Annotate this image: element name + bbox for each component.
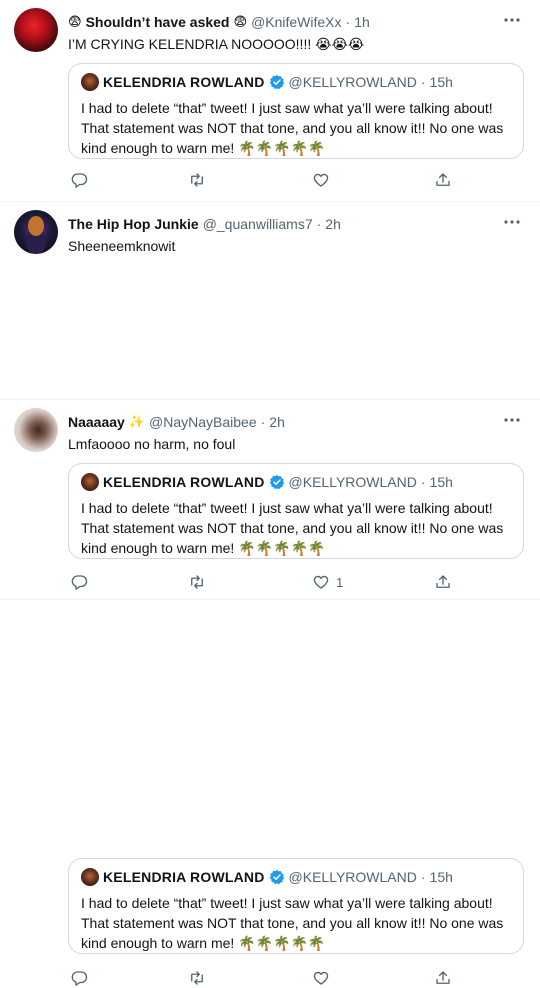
quoted-tweet-header: KELENDRIA ROWLAND @KELLYROWLAND · 15h — [81, 867, 511, 887]
tweet-header: The Hip Hop Junkie @_quanwilliams7 · 2h — [68, 214, 341, 234]
timestamp[interactable]: 2h — [269, 414, 285, 430]
quoted-text-line: That statement was NOT that tone, and yo… — [81, 120, 504, 136]
user-handle[interactable]: @KnifeWifeXx — [251, 14, 341, 30]
quoted-tweet[interactable]: KELENDRIA ROWLAND @KELLYROWLAND · 15h I … — [68, 63, 524, 159]
verified-badge-icon — [269, 74, 285, 90]
retweet-icon — [188, 969, 206, 987]
verified-badge-icon — [269, 869, 285, 885]
quoted-text-line: That statement was NOT that tone, and yo… — [81, 915, 504, 931]
separator-dot: · — [420, 869, 426, 885]
separator-dot: · — [260, 414, 266, 430]
user-handle: @KELLYROWLAND — [288, 869, 417, 885]
sparkles-emoji: ✨ — [128, 414, 146, 429]
quoted-tweet-header: KELENDRIA ROWLAND @KELLYROWLAND · 15h — [81, 72, 511, 92]
tweet-actions — [68, 170, 468, 190]
name-emoji: 😨 — [68, 14, 82, 29]
display-name[interactable]: The Hip Hop Junkie — [68, 216, 199, 232]
name-emoji: 😨 — [233, 14, 248, 29]
display-name: KELENDRIA ROWLAND — [103, 869, 265, 885]
tweet-header: 😨 Shouldn’t have asked 😨 @KnifeWifeXx · … — [68, 12, 370, 32]
quoted-text-line: I had to delete “that” tweet! I just saw… — [81, 895, 493, 911]
display-name: KELENDRIA ROWLAND — [103, 74, 265, 90]
timestamp: 15h — [429, 869, 453, 885]
avatar — [81, 868, 99, 886]
retweet-button[interactable] — [188, 170, 206, 190]
share-button[interactable] — [434, 968, 452, 988]
avatar[interactable] — [14, 8, 58, 52]
quoted-tweet-text: I had to delete “that” tweet! I just saw… — [81, 98, 511, 158]
tweet-text: I’M CRYING KELENDRIA NOOOOO!!!! 😭😭😭 — [68, 36, 365, 52]
retweet-icon — [188, 171, 206, 189]
display-name[interactable]: Naaaaay — [68, 414, 125, 430]
avatar[interactable] — [14, 210, 58, 254]
quoted-text-line: I had to delete “that” tweet! I just saw… — [81, 100, 493, 116]
user-handle[interactable]: @NayNayBaibee — [149, 414, 257, 430]
tweet[interactable]: The Hip Hop Junkie @_quanwilliams7 · 2h … — [0, 202, 540, 590]
reply-icon — [70, 171, 88, 189]
more-icon[interactable] — [504, 12, 520, 28]
reply-button[interactable] — [70, 968, 88, 988]
share-button[interactable] — [434, 170, 452, 190]
user-handle[interactable]: @_quanwilliams7 — [203, 216, 313, 232]
separator-dot: · — [345, 14, 351, 30]
heart-icon — [312, 969, 330, 987]
timestamp[interactable]: 1h — [354, 14, 370, 30]
more-icon[interactable] — [504, 412, 520, 428]
quoted-text-line: kind enough to warn me! 🌴🌴🌴🌴🌴 — [81, 140, 326, 156]
reply-button[interactable] — [70, 170, 88, 190]
like-button[interactable] — [312, 968, 336, 988]
separator-dot: · — [420, 74, 426, 90]
reply-icon — [70, 969, 88, 987]
separator-dot: · — [316, 216, 322, 232]
quoted-tweet[interactable]: KELENDRIA ROWLAND @KELLYROWLAND · 15h I … — [68, 858, 524, 954]
avatar[interactable] — [14, 408, 58, 452]
tweet-header: Naaaaay ✨ @NayNayBaibee · 2h — [68, 412, 285, 432]
tweet-text: Lmfaoooo no harm, no foul — [68, 436, 236, 452]
tweet[interactable]: Naaaaay ✨ @NayNayBaibee · 2h Lmfaoooo no… — [0, 400, 540, 986]
heart-icon — [312, 171, 330, 189]
timestamp: 15h — [429, 74, 453, 90]
timestamp[interactable]: 2h — [325, 216, 341, 232]
like-button[interactable] — [312, 170, 336, 190]
quoted-text-line: kind enough to warn me! 🌴🌴🌴🌴🌴 — [81, 935, 326, 951]
tweet[interactable]: 😨 Shouldn’t have asked 😨 @KnifeWifeXx · … — [0, 0, 540, 202]
tweet-text: Sheeneemknowit — [68, 238, 176, 254]
more-icon[interactable] — [504, 214, 520, 230]
retweet-button[interactable] — [188, 968, 206, 988]
avatar — [81, 73, 99, 91]
share-icon — [434, 969, 452, 987]
share-icon — [434, 171, 452, 189]
user-handle: @KELLYROWLAND — [288, 74, 417, 90]
tweet-actions — [68, 968, 468, 988]
display-name[interactable]: Shouldn’t have asked — [86, 14, 230, 30]
quoted-tweet-text: I had to delete “that” tweet! I just saw… — [81, 893, 511, 953]
